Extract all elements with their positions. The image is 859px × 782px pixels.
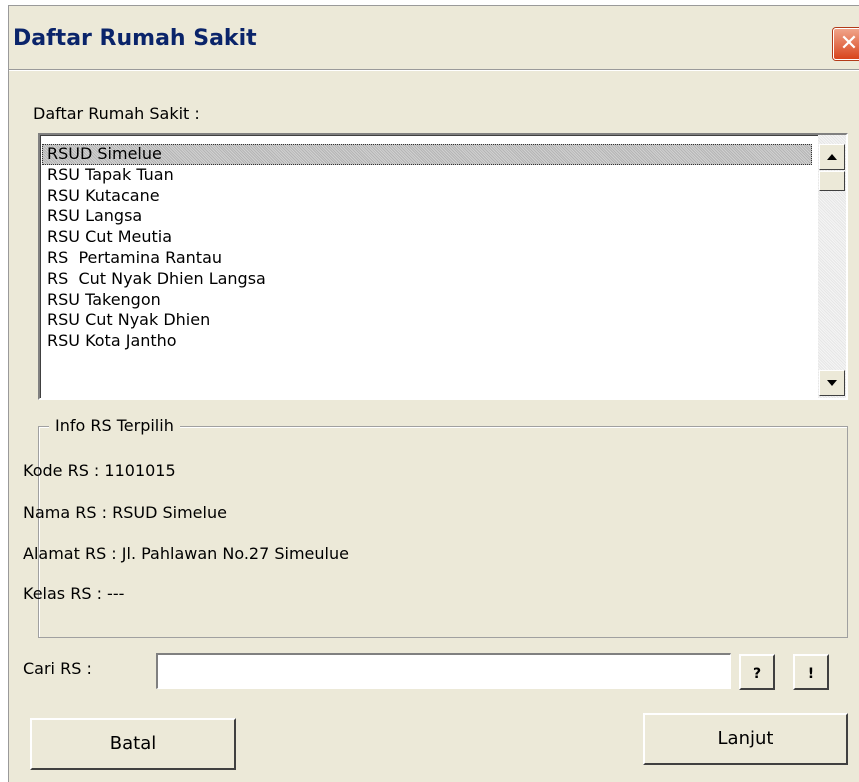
info-group-title: Info RS Terpilih bbox=[49, 416, 180, 435]
next-button[interactable]: Lanjut bbox=[643, 713, 848, 765]
nama-rs-text: Nama RS : RSUD Simelue bbox=[23, 503, 227, 522]
window-title: Daftar Rumah Sakit bbox=[13, 26, 257, 51]
search-help-button[interactable]: ? bbox=[739, 654, 775, 690]
alamat-rs-text: Alamat RS : Jl. Pahlawan No.27 Simeulue bbox=[23, 544, 349, 563]
list-item[interactable]: RSU Kutacane bbox=[42, 186, 812, 207]
info-groupbox: Info RS Terpilih bbox=[38, 416, 848, 638]
list-item[interactable]: RSU Cut Nyak Dhien bbox=[42, 310, 812, 331]
list-item[interactable]: RS Pertamina Rantau bbox=[42, 248, 812, 269]
hospital-list-items: RSUD Simelue RSU Tapak Tuan RSU Kutacane… bbox=[42, 144, 812, 352]
title-bar: Daftar Rumah Sakit ✕ bbox=[9, 6, 859, 66]
search-input[interactable] bbox=[156, 653, 731, 689]
dialog-window: Daftar Rumah Sakit ✕ Daftar Rumah Sakit … bbox=[8, 5, 859, 782]
cancel-button[interactable]: Batal bbox=[30, 718, 236, 770]
search-label: Cari RS : bbox=[23, 659, 92, 678]
list-item[interactable]: RSUD Simelue bbox=[42, 144, 812, 165]
title-separator bbox=[9, 69, 859, 71]
list-scrollbar[interactable] bbox=[818, 135, 846, 398]
search-go-button[interactable]: ! bbox=[793, 654, 829, 690]
list-item[interactable]: RSU Takengon bbox=[42, 290, 812, 311]
list-item[interactable]: RSU Langsa bbox=[42, 206, 812, 227]
list-item[interactable]: RS Cut Nyak Dhien Langsa bbox=[42, 269, 812, 290]
scroll-thumb[interactable] bbox=[819, 171, 845, 191]
close-icon: ✕ bbox=[839, 31, 859, 56]
list-item[interactable]: RSU Kota Jantho bbox=[42, 331, 812, 352]
list-item[interactable]: RSU Tapak Tuan bbox=[42, 165, 812, 186]
kelas-rs-text: Kelas RS : --- bbox=[23, 584, 125, 603]
kode-rs-text: Kode RS : 1101015 bbox=[23, 461, 176, 480]
scroll-up-button[interactable] bbox=[819, 144, 845, 170]
hospital-list-label: Daftar Rumah Sakit : bbox=[33, 104, 200, 123]
scroll-down-button[interactable] bbox=[819, 370, 845, 396]
down-arrow-icon bbox=[827, 380, 837, 386]
list-item[interactable]: RSU Cut Meutia bbox=[42, 227, 812, 248]
up-arrow-icon bbox=[827, 154, 837, 160]
hospital-listbox[interactable]: RSUD Simelue RSU Tapak Tuan RSU Kutacane… bbox=[38, 133, 848, 400]
close-button[interactable]: ✕ bbox=[833, 28, 859, 60]
